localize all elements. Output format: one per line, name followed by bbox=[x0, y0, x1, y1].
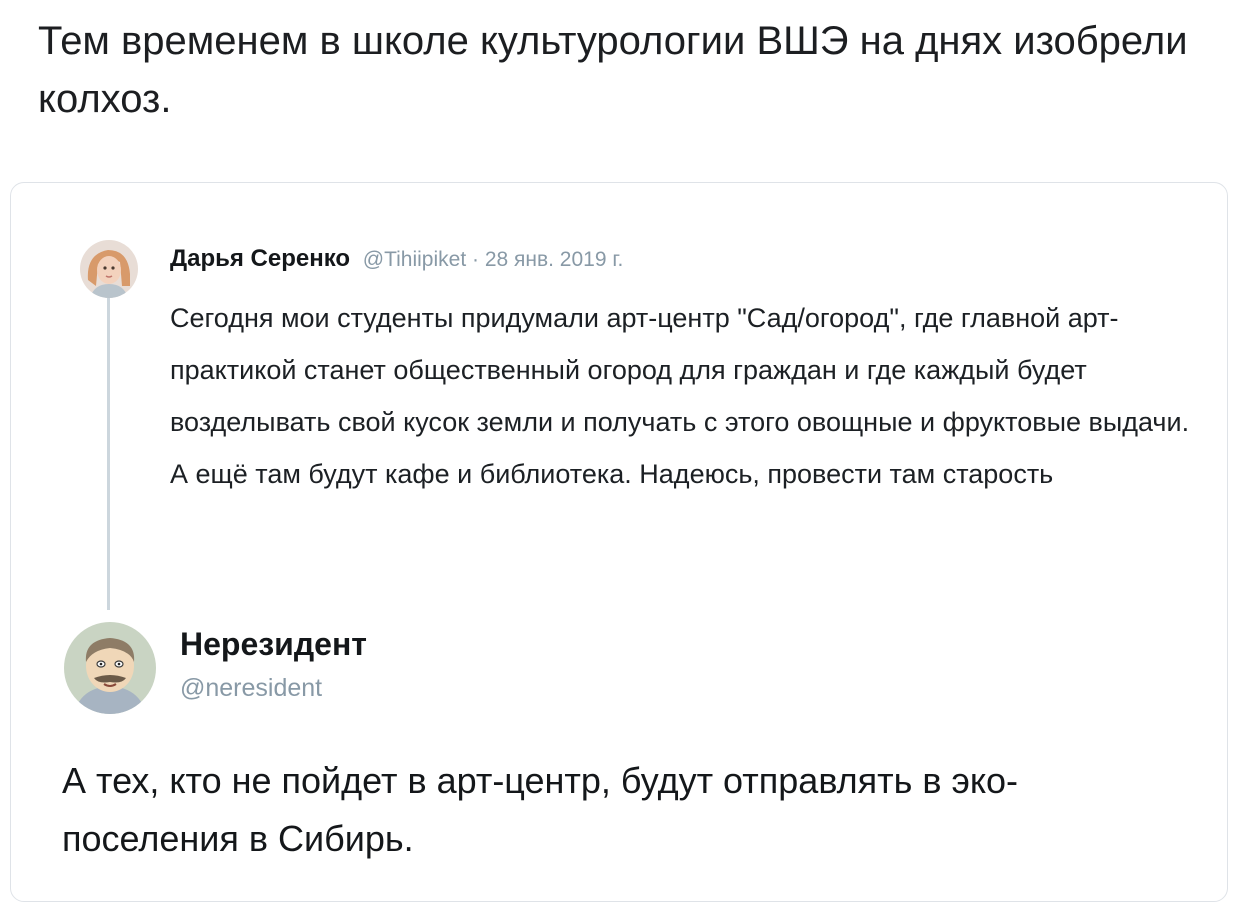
quoted-tweet-text: Сегодня мои студенты придумали арт-центр… bbox=[170, 303, 1190, 489]
avatar-neresident[interactable] bbox=[64, 622, 156, 714]
user-avatar-cartoon-man-icon bbox=[64, 622, 156, 714]
reply-author-handle[interactable]: @neresident bbox=[180, 672, 322, 704]
user-avatar-woman-icon bbox=[80, 240, 138, 298]
reply-tweet-text: А тех, кто не пойдет в арт-центр, будут … bbox=[62, 760, 1019, 859]
post-text: Тем временем в школе культурологии ВШЭ н… bbox=[38, 19, 1188, 121]
reply-author-name[interactable]: Нерезидент bbox=[180, 624, 367, 664]
quoted-handle-date[interactable]: @Tihiipiket · 28 янв. 2019 г. bbox=[363, 248, 624, 271]
avatar-darya-serenko[interactable] bbox=[80, 240, 138, 298]
quoted-tweet-header: Дарья Серенко @Tihiipiket · 28 янв. 2019… bbox=[170, 244, 623, 275]
quoted-author-name[interactable]: Дарья Серенко bbox=[170, 245, 350, 272]
thread-connector-line bbox=[107, 290, 110, 610]
